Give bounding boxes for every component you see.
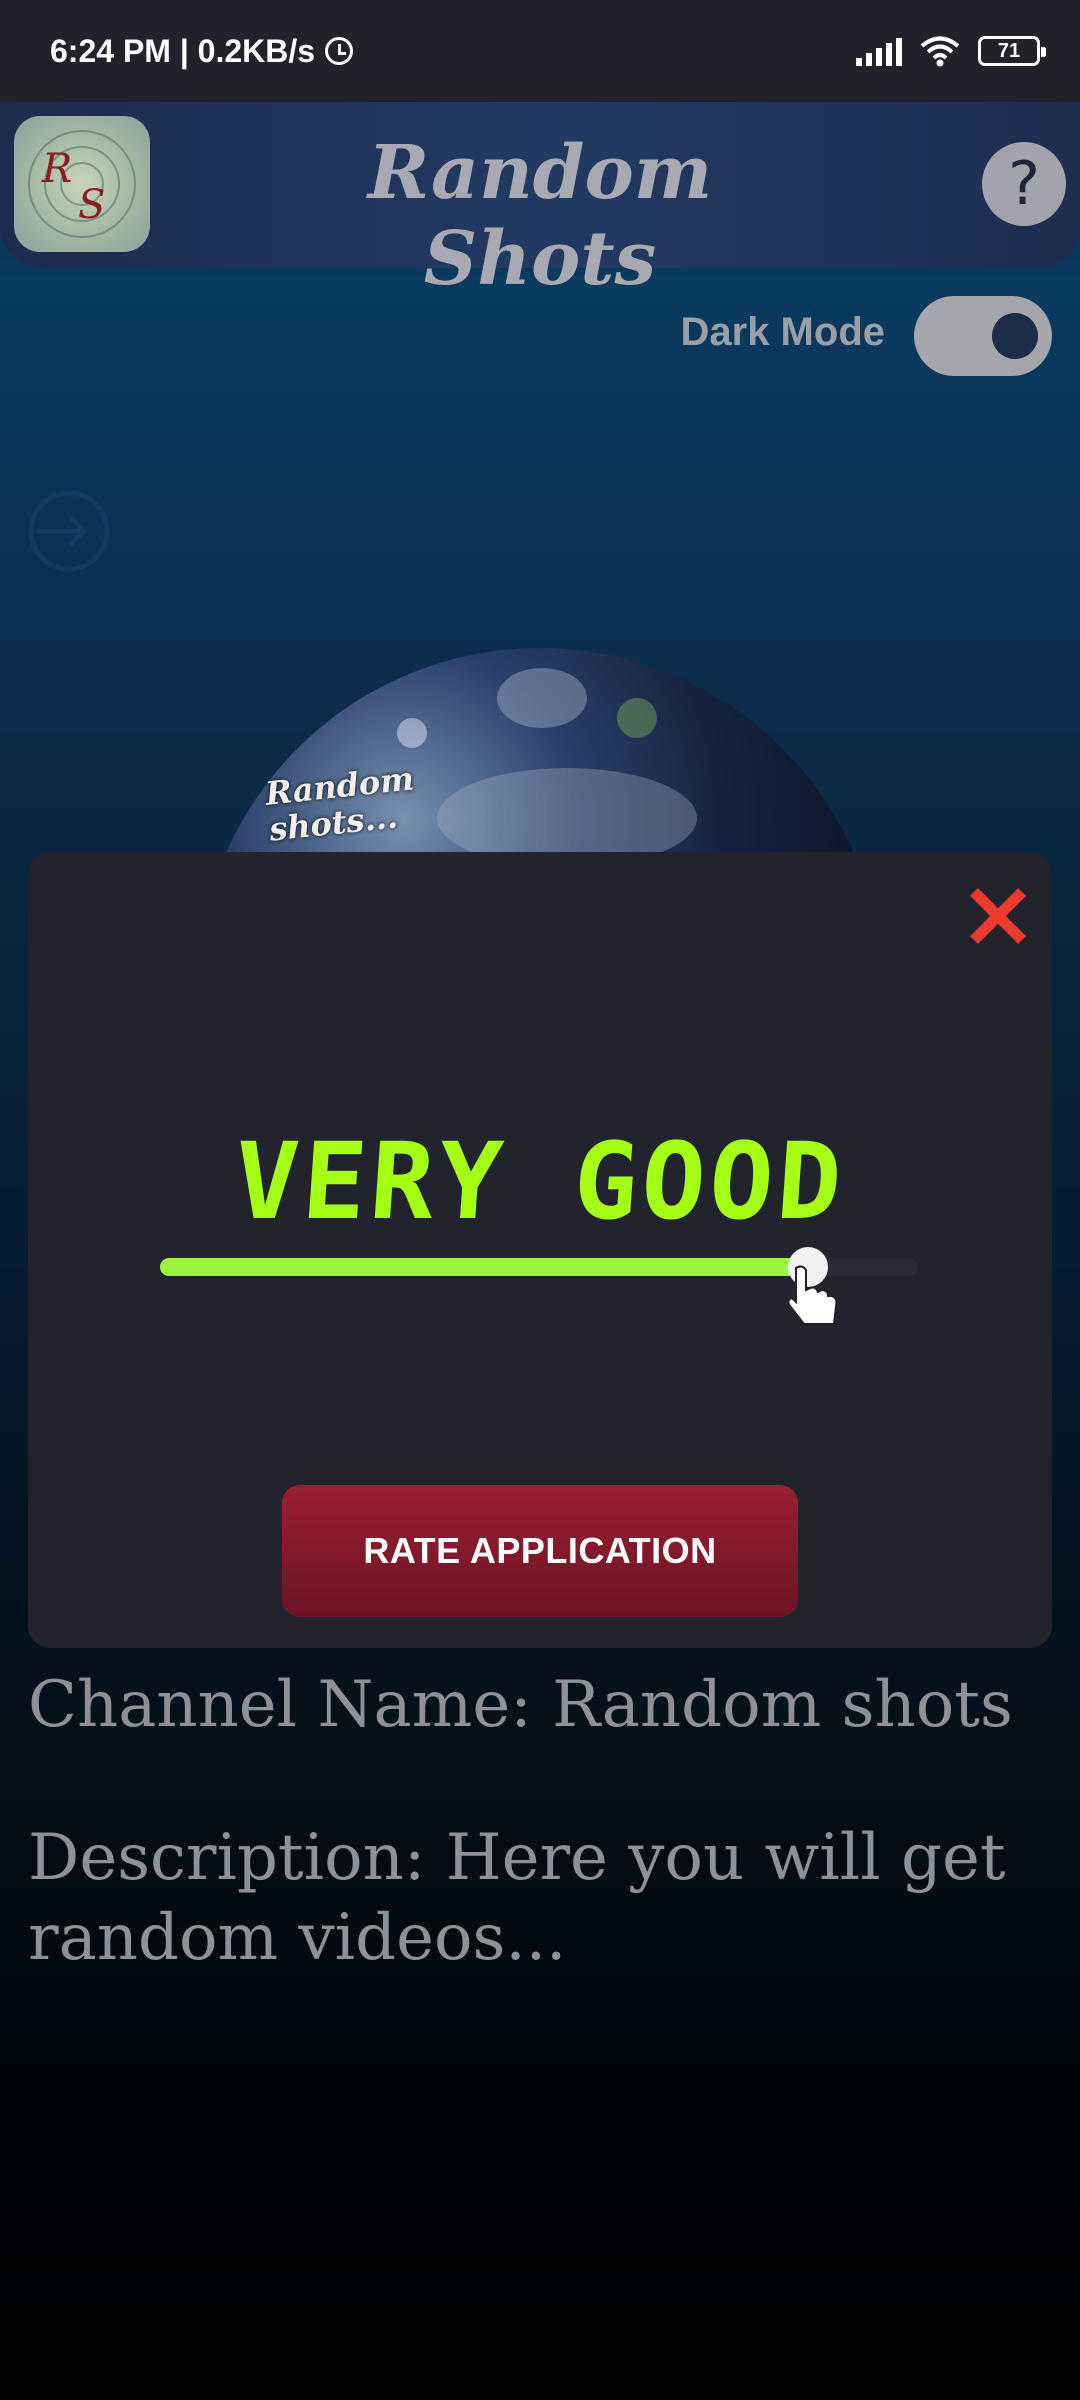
- battery-level: 71: [997, 39, 1021, 62]
- signal-icon: [856, 36, 902, 66]
- rate-application-label: RATE APPLICATION: [363, 1530, 717, 1571]
- help-icon: ?: [1008, 149, 1040, 219]
- channel-description: Description: Here you will get random vi…: [28, 1821, 1006, 1975]
- hand-pointer-icon: [787, 1265, 838, 1325]
- dark-mode-toggle[interactable]: [914, 296, 1052, 376]
- status-left: 6:24 PM | 0.2KB/s: [50, 0, 354, 102]
- channel-image-caption: Random shots...: [264, 759, 420, 848]
- logo-letter-s: S: [78, 182, 106, 228]
- rating-label: VERY GOOD: [230, 1120, 850, 1243]
- rating-slider-fill: [160, 1258, 797, 1276]
- app-logo: R S: [14, 116, 150, 252]
- status-right: 71: [856, 0, 1046, 102]
- help-button[interactable]: ?: [982, 142, 1066, 226]
- close-icon[interactable]: [958, 876, 1038, 956]
- login-icon[interactable]: [26, 488, 112, 574]
- app-title: Random Shots: [367, 130, 713, 302]
- rate-application-button[interactable]: RATE APPLICATION: [282, 1485, 798, 1617]
- alarm-icon: [325, 37, 354, 65]
- battery-icon: 71: [978, 36, 1046, 66]
- logo-letter-r: R: [42, 146, 73, 192]
- status-bar: 6:24 PM | 0.2KB/s 71: [0, 0, 1080, 102]
- dark-mode-label: Dark Mode: [680, 310, 886, 354]
- wifi-icon: [920, 36, 960, 67]
- channel-name: Channel Name: Random shots: [28, 1668, 1013, 1742]
- status-time-speed: 6:24 PM | 0.2KB/s: [50, 32, 316, 69]
